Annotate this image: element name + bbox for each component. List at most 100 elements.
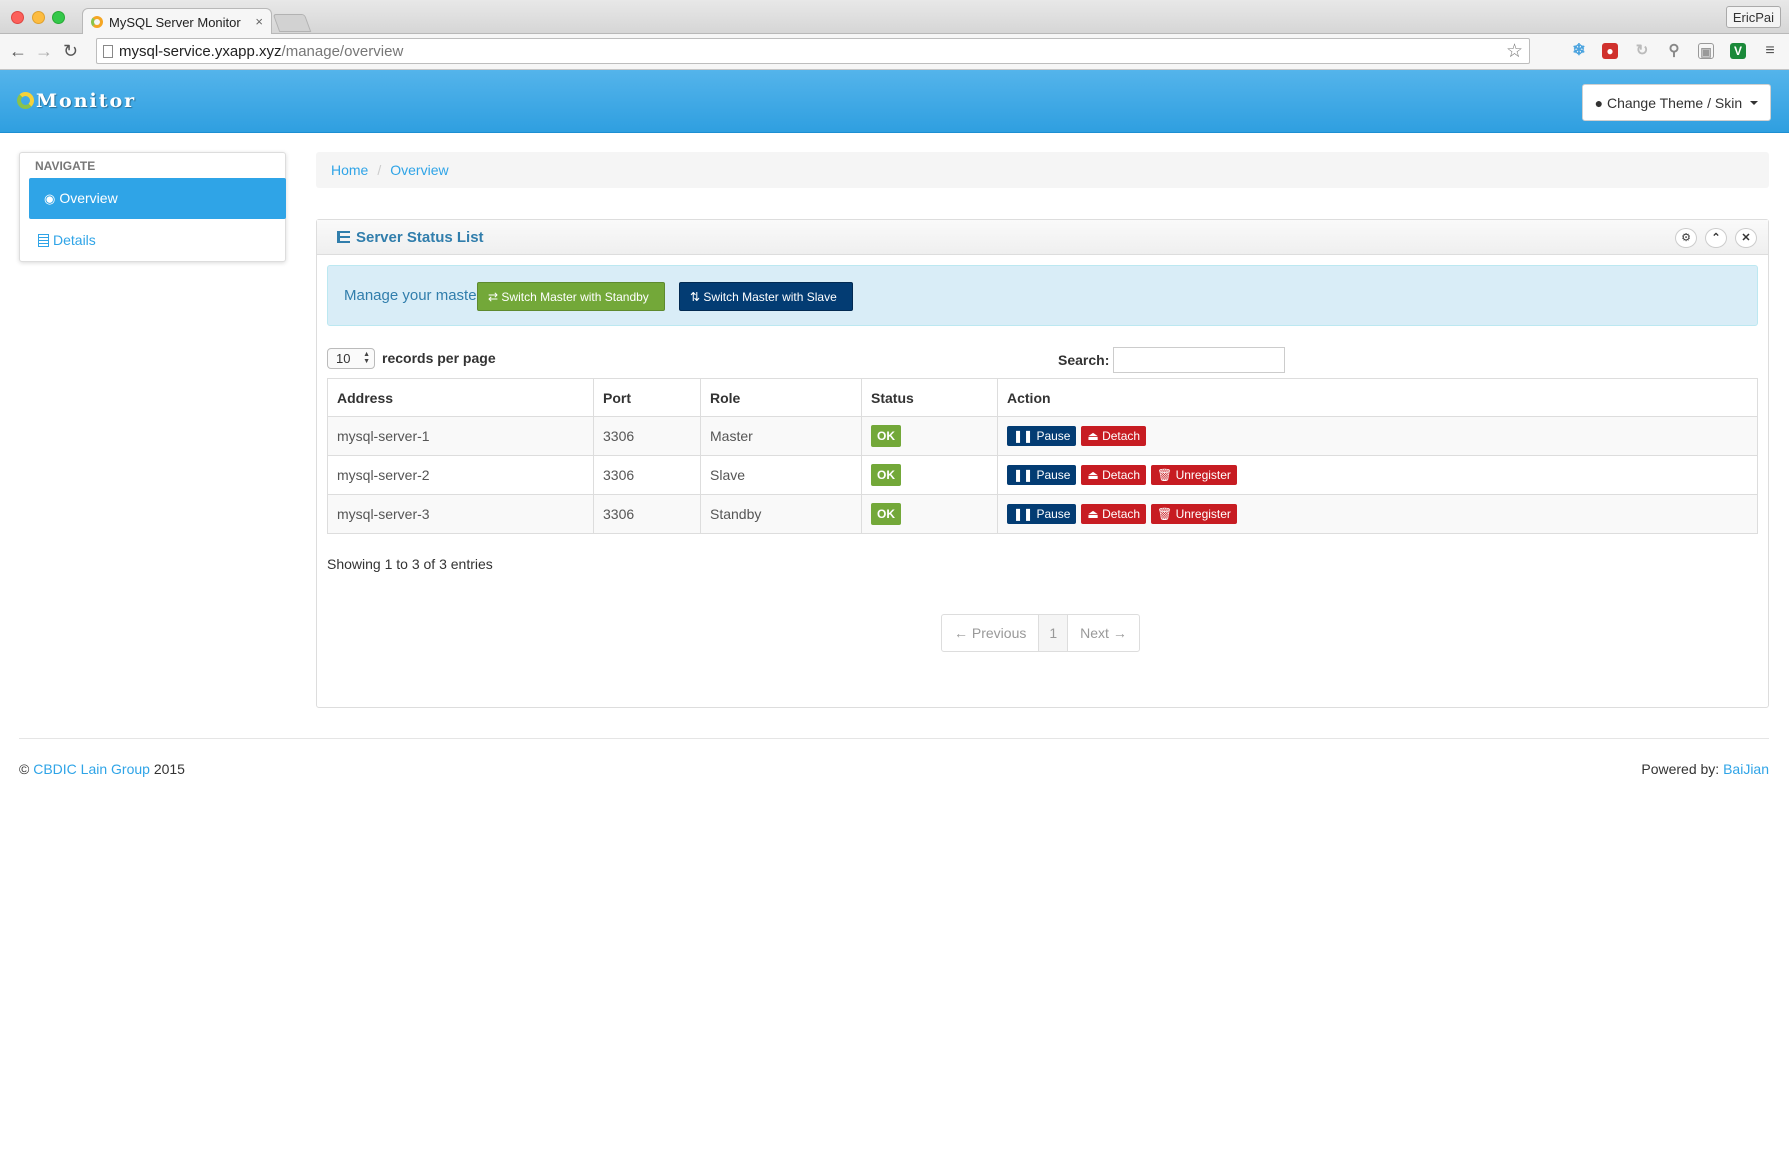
switch-slave-label: Switch Master with Slave [703,290,837,304]
breadcrumb-home-link[interactable]: Home [331,162,368,178]
next-page-button[interactable]: Next → [1068,615,1139,651]
cell-actions: ❚❚ Pause ⏏ Detach 🗑 Unregister [997,494,1758,534]
records-per-page-value: 10 [336,351,351,366]
cell-actions: ❚❚ Pause ⏏ Detach 🗑 Unregister [997,455,1758,495]
pause-label: Pause [1036,507,1071,521]
pause-button[interactable]: ❚❚ Pause [1007,465,1077,485]
footer-divider [19,738,1769,739]
previous-page-button[interactable]: ← Previous [942,615,1040,651]
window-minimize-button[interactable] [32,11,45,24]
table-info: Showing 1 to 3 of 3 entries [327,556,493,572]
url-path: /manage/overview [281,43,404,60]
manage-master-alert: Manage your master ⇄ Switch Master with … [327,265,1758,326]
pause-icon: ❚❚ [1013,429,1034,443]
brand-logo[interactable]: Monitor [17,90,136,112]
cell-role: Master [700,416,862,456]
copyright-symbol: © [19,761,30,777]
column-header-address[interactable]: Address [327,378,594,417]
column-header-action[interactable]: Action [997,378,1758,417]
breadcrumb: Home / Overview [316,152,1769,188]
chevron-up-icon[interactable]: ⌃ [1705,228,1727,248]
eject-icon: ⏏ [1087,507,1099,521]
org-link[interactable]: CBDIC Lain Group [33,761,150,777]
sidebar-item-label: Details [53,232,96,248]
switch-master-slave-button[interactable]: ⇅ Switch Master with Slave [679,282,853,311]
app-navbar: Monitor ● Change Theme / Skin [0,70,1789,133]
caret-down-icon [1750,101,1758,105]
trash-icon: 🗑 [1156,507,1173,521]
cell-actions: ❚❚ Pause ⏏ Detach [997,416,1758,456]
sidebar-item-label: Overview [59,190,118,206]
profile-button[interactable]: EricPai [1725,6,1781,28]
unregister-label: Unregister [1175,507,1231,521]
breadcrumb-overview-link[interactable]: Overview [390,162,448,178]
status-badge: OK [871,464,901,486]
forward-arrow-icon[interactable]: → [35,41,53,62]
nav-header: NAVIGATE [35,159,96,173]
detach-button[interactable]: ⏏ Detach [1081,504,1147,524]
page-number-button[interactable]: 1 [1039,615,1069,651]
gear-icon[interactable]: ⚙ [1675,228,1697,248]
cell-role: Standby [700,494,862,534]
reload-icon[interactable]: ↻ [63,41,78,62]
status-badge: OK [871,503,901,525]
table-row: mysql-server-3 3306 Standby OK ❚❚ Pause … [327,494,1758,534]
back-arrow-icon[interactable]: ← [9,41,27,62]
cell-address: mysql-server-1 [327,416,594,456]
records-per-page-select[interactable]: 10 ▲ ▼ [327,348,375,369]
records-per-page-label: records per page [382,350,496,366]
detach-button[interactable]: ⏏ Detach [1081,465,1147,485]
status-badge: OK [871,425,901,447]
switch-master-standby-button[interactable]: ⇄ Switch Master with Standby [477,282,665,311]
window-zoom-button[interactable] [52,11,65,24]
change-theme-button[interactable]: ● Change Theme / Skin [1581,84,1771,121]
pause-label: Pause [1036,429,1071,443]
column-header-status[interactable]: Status [861,378,998,417]
pause-button[interactable]: ❚❚ Pause [1007,504,1077,524]
column-header-role[interactable]: Role [700,378,862,417]
pause-button[interactable]: ❚❚ Pause [1007,426,1077,446]
unregister-button[interactable]: 🗑 Unregister [1150,465,1237,485]
retweet-icon: ⇅ [690,290,701,304]
cell-status: OK [861,494,998,534]
screen-extension-icon[interactable]: ▣ [1698,43,1714,59]
switch-standby-label: Switch Master with Standby [501,290,649,304]
logo-icon [17,92,34,109]
document-icon [38,234,49,247]
table-row: mysql-server-2 3306 Slave OK ❚❚ Pause ⏏ … [327,455,1758,495]
search-extension-icon[interactable]: ⚲ [1666,43,1682,59]
tab-close-icon[interactable]: × [255,14,263,29]
address-bar[interactable]: mysql-service.yxapp.xyz/manage/overview … [96,38,1530,64]
window-close-button[interactable] [11,11,24,24]
footer-powered-by: Powered by: BaiJian [1641,761,1769,777]
close-icon[interactable]: ✕ [1735,228,1757,248]
sidebar-item-overview[interactable]: ◉ Overview [29,178,286,219]
sync-extension-icon[interactable]: ↻ [1634,43,1650,59]
new-tab-button[interactable] [272,14,312,32]
v-extension-icon[interactable]: V [1730,43,1746,59]
cell-port: 3306 [593,494,701,534]
footer-copyright: © CBDIC Lain Group 2015 [19,761,185,777]
droplet-icon: ● [1594,95,1604,111]
breadcrumb-separator: / [377,162,382,178]
server-status-panel: Server Status List ⚙ ⌃ ✕ Manage your mas… [316,219,1769,708]
cell-role: Slave [700,455,862,495]
powered-by-link[interactable]: BaiJian [1723,761,1769,777]
sidebar-item-details[interactable]: Details [29,220,286,260]
cell-status: OK [861,455,998,495]
unregister-button[interactable]: 🗑 Unregister [1150,504,1237,524]
browser-tab-bar: MySQL Server Monitor × EricPai [0,0,1789,35]
column-header-port[interactable]: Port [593,378,701,417]
table-header-row: Address Port Role Status Action [327,378,1758,417]
menu-icon[interactable]: ≡ [1762,43,1778,59]
lock-extension-icon[interactable]: ● [1602,43,1618,59]
browser-toolbar: ← → ↻ mysql-service.yxapp.xyz/manage/ove… [0,34,1789,70]
panel-title-text: Server Status List [356,229,484,246]
cell-port: 3306 [593,416,701,456]
browser-tab[interactable]: MySQL Server Monitor × [82,8,272,35]
search-input[interactable] [1113,347,1285,373]
detach-button[interactable]: ⏏ Detach [1081,426,1147,446]
cell-status: OK [861,416,998,456]
snowflake-extension-icon[interactable]: ❄ [1571,43,1587,59]
bookmark-star-icon[interactable]: ☆ [1506,40,1523,63]
